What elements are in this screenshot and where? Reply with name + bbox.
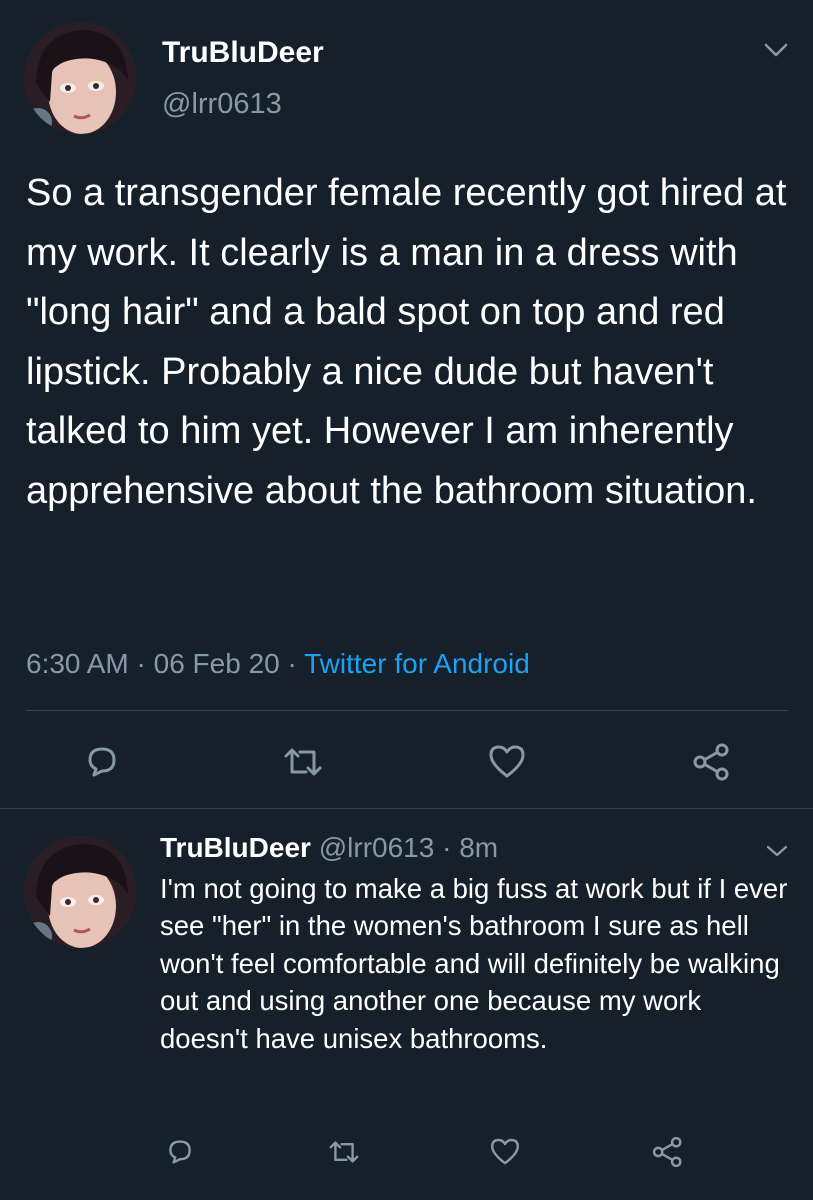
reply-body: I'm not going to make a big fuss at work… — [160, 873, 788, 1054]
tweet-source[interactable]: Twitter for Android — [304, 648, 530, 679]
reply-icon[interactable] — [164, 1136, 196, 1168]
reply-timestamp[interactable]: 8m — [459, 832, 498, 863]
tweet-meta: 6:30 AM · 06 Feb 20 · Twitter for Androi… — [26, 648, 530, 680]
divider — [26, 710, 788, 711]
like-icon[interactable] — [486, 742, 528, 782]
tweet-date[interactable]: 06 Feb 20 — [154, 648, 280, 679]
avatar[interactable] — [24, 22, 136, 134]
reply-display-name[interactable]: TruBluDeer — [160, 832, 311, 863]
reply-handle[interactable]: @lrr0613 — [319, 832, 435, 863]
like-icon[interactable] — [488, 1136, 522, 1168]
meta-separator: · — [287, 648, 297, 679]
reply-icon[interactable] — [82, 742, 122, 782]
share-icon[interactable] — [650, 1134, 686, 1170]
retweet-icon[interactable] — [280, 742, 326, 782]
meta-separator: · — [136, 648, 146, 679]
chevron-down-icon[interactable] — [762, 40, 790, 60]
retweet-icon[interactable] — [326, 1136, 362, 1168]
share-icon[interactable] — [690, 740, 734, 784]
author-handle[interactable]: @lrr0613 — [162, 88, 282, 121]
author-display-name[interactable]: TruBluDeer — [162, 36, 324, 70]
thread-divider — [0, 808, 813, 809]
tweet-body: So a transgender female recently got hir… — [26, 172, 787, 512]
chevron-down-icon[interactable] — [764, 842, 790, 860]
reply-header: TruBluDeer @lrr0613 · 8m — [160, 832, 498, 864]
reply-separator: · — [442, 832, 452, 863]
reply-avatar[interactable] — [24, 836, 136, 948]
tweet-time[interactable]: 6:30 AM — [26, 648, 129, 679]
